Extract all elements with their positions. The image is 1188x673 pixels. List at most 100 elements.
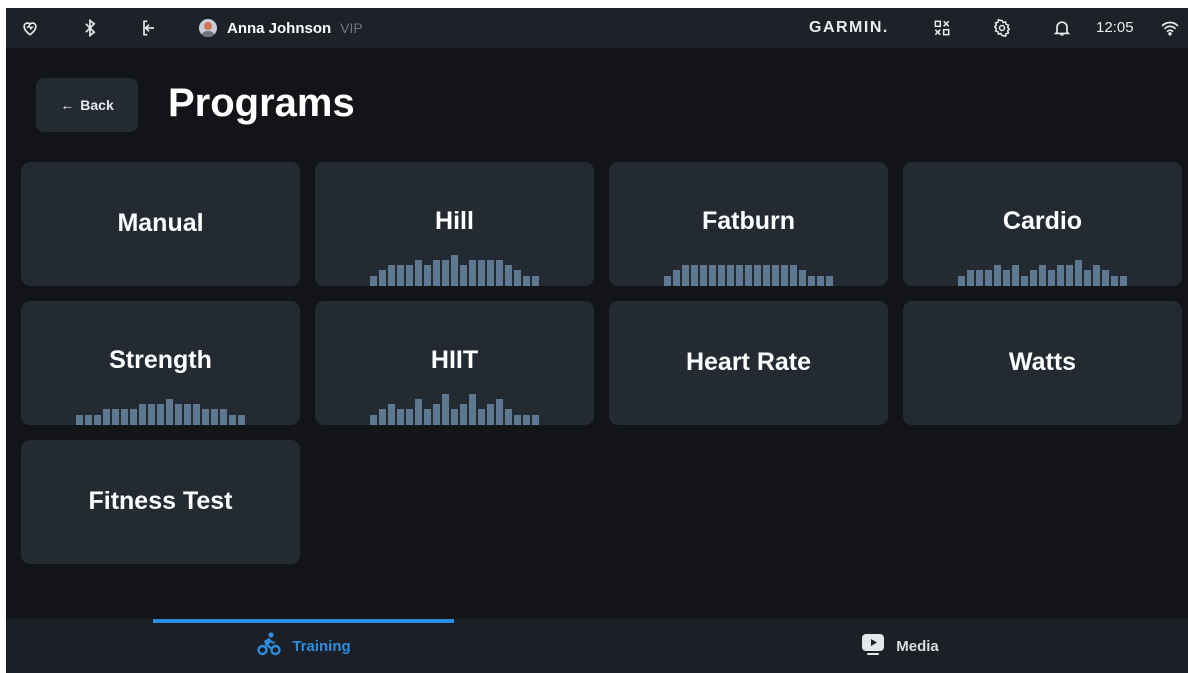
profile-bar (514, 270, 521, 286)
program-profile-chart (664, 265, 833, 286)
profile-bar (406, 265, 413, 286)
profile-bar (415, 399, 422, 425)
wifi-icon[interactable] (1158, 16, 1182, 40)
profile-bar (976, 270, 983, 286)
profile-bar (532, 414, 539, 425)
program-card[interactable]: Cardio (903, 162, 1182, 286)
profile-bar (379, 270, 386, 286)
profile-bar (76, 414, 83, 425)
profile-bar (799, 270, 806, 286)
vip-badge: VIP (340, 20, 363, 36)
profile-bar (994, 265, 1001, 286)
heart-icon[interactable] (18, 16, 42, 40)
profile-bar (514, 414, 521, 425)
program-card[interactable]: Watts (903, 301, 1182, 425)
profile-bar (532, 275, 539, 286)
profile-bar (1048, 270, 1055, 286)
profile-bar (220, 409, 227, 425)
gear-icon[interactable] (990, 16, 1014, 40)
back-button[interactable]: ← Back (36, 78, 138, 132)
profile-bar (1021, 275, 1028, 286)
logout-icon[interactable] (137, 16, 161, 40)
program-card-label: Heart Rate (685, 348, 812, 376)
program-card[interactable]: Strength (21, 301, 300, 425)
profile-bar (1012, 265, 1019, 286)
profile-bar (1057, 265, 1064, 286)
brand-logo: GARMIN. (809, 19, 889, 36)
program-card[interactable]: Manual (21, 162, 300, 286)
profile-bar (781, 265, 788, 286)
program-card-label: Hill (435, 207, 474, 235)
profile-bar (790, 265, 797, 286)
program-card[interactable]: Fitness Test (21, 440, 300, 564)
back-label: Back (80, 97, 114, 113)
profile-bar (718, 265, 725, 286)
profile-bar (397, 265, 404, 286)
profile-bar (370, 414, 377, 425)
profile-bar (415, 260, 422, 286)
profile-bar (808, 275, 815, 286)
qr-code-icon[interactable] (930, 16, 954, 40)
user-name: Anna Johnson (227, 19, 332, 37)
profile-bar (478, 260, 485, 286)
tab-training[interactable]: Training (153, 619, 454, 673)
profile-bar (487, 260, 494, 286)
bell-icon[interactable] (1050, 16, 1074, 40)
profile-bar (370, 275, 377, 286)
program-card-label: Fatburn (701, 207, 796, 235)
profile-bar (184, 404, 191, 425)
profile-bar (505, 409, 512, 425)
profile-bar (94, 414, 101, 425)
profile-bar (700, 265, 707, 286)
profile-bar (1111, 275, 1118, 286)
program-card-label: Strength (109, 346, 212, 374)
program-card[interactable]: Heart Rate (609, 301, 888, 425)
bluetooth-icon[interactable] (78, 16, 102, 40)
user-profile[interactable]: Anna Johnson VIP (199, 8, 363, 48)
profile-bar (523, 414, 530, 425)
profile-bar (388, 265, 395, 286)
profile-bar (709, 265, 716, 286)
profile-bar (817, 275, 824, 286)
profile-bar (157, 404, 164, 425)
program-card[interactable]: HIIT (315, 301, 594, 425)
profile-bar (736, 265, 743, 286)
program-card-label: HIIT (430, 346, 479, 374)
profile-bar (727, 265, 734, 286)
profile-bar (1066, 265, 1073, 286)
program-profile-chart (370, 254, 539, 286)
program-profile-chart (76, 399, 245, 425)
profile-bar (397, 409, 404, 425)
profile-bar (433, 404, 440, 425)
profile-bar (112, 409, 119, 425)
profile-bar (487, 404, 494, 425)
program-card-label: Fitness Test (88, 487, 233, 515)
profile-bar (193, 404, 200, 425)
profile-bar (460, 404, 467, 425)
profile-bar (496, 260, 503, 286)
program-profile-chart (958, 260, 1127, 286)
profile-bar (202, 409, 209, 425)
clock: 12:05 (1096, 19, 1134, 36)
profile-bar (1120, 275, 1127, 286)
profile-bar (85, 414, 92, 425)
profile-bar (958, 275, 965, 286)
profile-bar (379, 409, 386, 425)
profile-bar (772, 265, 779, 286)
profile-bar (673, 270, 680, 286)
tab-media[interactable]: Media (749, 619, 1050, 673)
profile-bar (469, 260, 476, 286)
profile-bar (496, 399, 503, 425)
profile-bar (1075, 260, 1082, 286)
profile-bar (460, 265, 467, 286)
profile-bar (451, 254, 458, 286)
cycling-icon (256, 631, 282, 661)
program-card[interactable]: Fatburn (609, 162, 888, 286)
profile-bar (985, 270, 992, 286)
profile-bar (424, 265, 431, 286)
profile-bar (478, 409, 485, 425)
avatar (199, 19, 217, 37)
program-card[interactable]: Hill (315, 162, 594, 286)
profile-bar (682, 265, 689, 286)
profile-bar (388, 404, 395, 425)
